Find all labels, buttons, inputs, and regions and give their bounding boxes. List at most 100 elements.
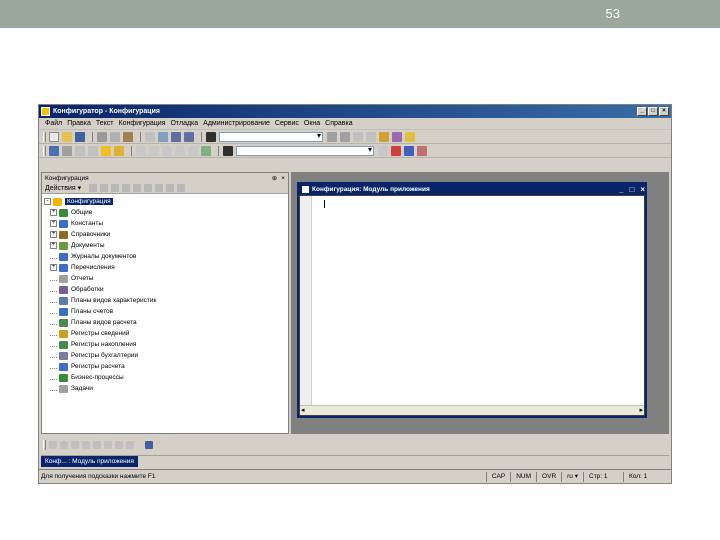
panel-close-icon[interactable]: × bbox=[281, 175, 285, 182]
tree-item[interactable]: + Справочники bbox=[44, 229, 286, 240]
scroll-left-icon[interactable]: ◂ bbox=[301, 406, 305, 414]
tree-item[interactable]: + Документы bbox=[44, 240, 286, 251]
tree-item[interactable]: Планы видов расчета bbox=[44, 317, 286, 328]
undo-icon[interactable] bbox=[171, 131, 181, 142]
tree-item[interactable]: Планы счетов bbox=[44, 306, 286, 317]
copy-object-icon[interactable] bbox=[100, 184, 109, 192]
call-stack-icon[interactable] bbox=[115, 441, 123, 449]
move-down-icon[interactable] bbox=[155, 184, 164, 192]
task-tab-module[interactable]: Конф... : Модуль приложения bbox=[41, 456, 138, 467]
db-config-icon[interactable] bbox=[88, 145, 98, 156]
tree-item[interactable]: + Перечисления bbox=[44, 262, 286, 273]
expand-icon[interactable]: + bbox=[50, 220, 57, 227]
tree-item[interactable]: Отчеты bbox=[44, 273, 286, 284]
maximize-button[interactable]: □ bbox=[648, 107, 658, 116]
step-over-icon[interactable] bbox=[71, 441, 79, 449]
run-to-cursor-icon[interactable] bbox=[93, 441, 101, 449]
binoculars-icon[interactable] bbox=[223, 145, 233, 156]
expand-icon[interactable]: + bbox=[50, 209, 57, 216]
menu-file[interactable]: Файл bbox=[45, 120, 62, 127]
tree-item[interactable]: + Общие bbox=[44, 207, 286, 218]
wizard-icon[interactable] bbox=[379, 131, 389, 142]
tree-item[interactable]: Журналы документов bbox=[44, 251, 286, 262]
tree-item[interactable]: Задачи bbox=[44, 383, 286, 394]
toolbar-grip[interactable] bbox=[43, 440, 46, 450]
merge-icon[interactable] bbox=[75, 145, 85, 156]
open-icon[interactable] bbox=[62, 131, 72, 142]
run-icon[interactable] bbox=[101, 145, 111, 156]
editor-maximize-button[interactable]: □ bbox=[629, 185, 634, 194]
format-icon[interactable] bbox=[162, 145, 172, 156]
tree-item[interactable]: - Конфигурация bbox=[44, 196, 286, 207]
toolbar-grip[interactable] bbox=[43, 145, 46, 156]
open-config-icon[interactable] bbox=[49, 145, 59, 156]
properties-icon[interactable] bbox=[133, 184, 142, 192]
expand-icon[interactable]: + bbox=[50, 231, 57, 238]
cut-icon[interactable] bbox=[97, 131, 107, 142]
search-combo[interactable] bbox=[219, 131, 323, 142]
edit-icon[interactable] bbox=[111, 184, 120, 192]
menu-debug[interactable]: Отладка bbox=[170, 120, 198, 127]
pin-icon[interactable]: ⊕ bbox=[272, 174, 277, 182]
horizontal-scrollbar[interactable]: ◂ ▸ bbox=[300, 405, 644, 415]
expand-icon[interactable]: + bbox=[50, 242, 57, 249]
actions-menu[interactable]: Действия ▾ bbox=[45, 184, 81, 192]
status-language[interactable]: ru ▾ bbox=[561, 471, 583, 482]
toolbar-grip[interactable] bbox=[43, 131, 46, 142]
menu-help[interactable]: Справка bbox=[325, 120, 352, 127]
paste-icon[interactable] bbox=[123, 131, 133, 142]
preview-icon[interactable] bbox=[145, 131, 155, 142]
watch-icon[interactable] bbox=[104, 441, 112, 449]
attach-icon[interactable] bbox=[145, 441, 153, 449]
find-prev-icon[interactable] bbox=[340, 131, 350, 142]
sort-icon[interactable] bbox=[166, 184, 175, 192]
step-out-icon[interactable] bbox=[82, 441, 90, 449]
menu-edit[interactable]: Правка bbox=[67, 120, 91, 127]
redo-icon[interactable] bbox=[184, 131, 194, 142]
tree-item[interactable]: Регистры расчета bbox=[44, 361, 286, 372]
binoculars-icon[interactable] bbox=[206, 131, 216, 142]
check-icon[interactable] bbox=[201, 145, 211, 156]
menu-service[interactable]: Сервис bbox=[275, 120, 299, 127]
menu-windows[interactable]: Окна bbox=[304, 120, 320, 127]
module-icon[interactable] bbox=[136, 145, 146, 156]
minimize-button[interactable]: _ bbox=[637, 107, 647, 116]
comment-icon[interactable] bbox=[188, 145, 198, 156]
copy-icon[interactable] bbox=[110, 131, 120, 142]
delete-icon[interactable] bbox=[122, 184, 131, 192]
filter-icon[interactable] bbox=[177, 184, 186, 192]
save-icon[interactable] bbox=[75, 131, 85, 142]
expand-icon[interactable]: + bbox=[50, 264, 57, 271]
procedure-combo[interactable] bbox=[236, 145, 374, 156]
menu-configuration[interactable]: Конфигурация bbox=[119, 120, 166, 127]
debug-stop-icon[interactable] bbox=[417, 145, 427, 156]
evaluate-icon[interactable] bbox=[126, 441, 134, 449]
compare-icon[interactable] bbox=[62, 145, 72, 156]
indent-icon[interactable] bbox=[175, 145, 185, 156]
procedure-icon[interactable] bbox=[149, 145, 159, 156]
move-up-icon[interactable] bbox=[144, 184, 153, 192]
template-icon[interactable] bbox=[392, 131, 402, 142]
tree-item[interactable]: Регистры накопления bbox=[44, 339, 286, 350]
find-next-icon[interactable] bbox=[327, 131, 337, 142]
editor-close-button[interactable]: × bbox=[640, 185, 645, 194]
tree-item[interactable]: Бизнес-процессы bbox=[44, 372, 286, 383]
tree-item[interactable]: Регистры сведений bbox=[44, 328, 286, 339]
tree-item[interactable]: + Константы bbox=[44, 218, 286, 229]
bookmark-icon[interactable] bbox=[366, 131, 376, 142]
replace-icon[interactable] bbox=[353, 131, 363, 142]
close-button[interactable]: × bbox=[659, 107, 669, 116]
tree-item[interactable]: Регистры бухгалтерии bbox=[44, 350, 286, 361]
step-into-icon[interactable] bbox=[60, 441, 68, 449]
editor-minimize-button[interactable]: _ bbox=[619, 185, 623, 194]
step-icon[interactable] bbox=[49, 441, 57, 449]
debug-start-icon[interactable] bbox=[404, 145, 414, 156]
tree-item[interactable]: Обработки bbox=[44, 284, 286, 295]
scroll-right-icon[interactable]: ▸ bbox=[639, 406, 643, 414]
new-icon[interactable] bbox=[49, 131, 59, 142]
update-db-icon[interactable] bbox=[114, 145, 124, 156]
collapse-icon[interactable]: - bbox=[44, 198, 51, 205]
add-icon[interactable] bbox=[89, 184, 98, 192]
tree-item[interactable]: Планы видов характеристик bbox=[44, 295, 286, 306]
menu-administration[interactable]: Администрирование bbox=[203, 120, 270, 127]
